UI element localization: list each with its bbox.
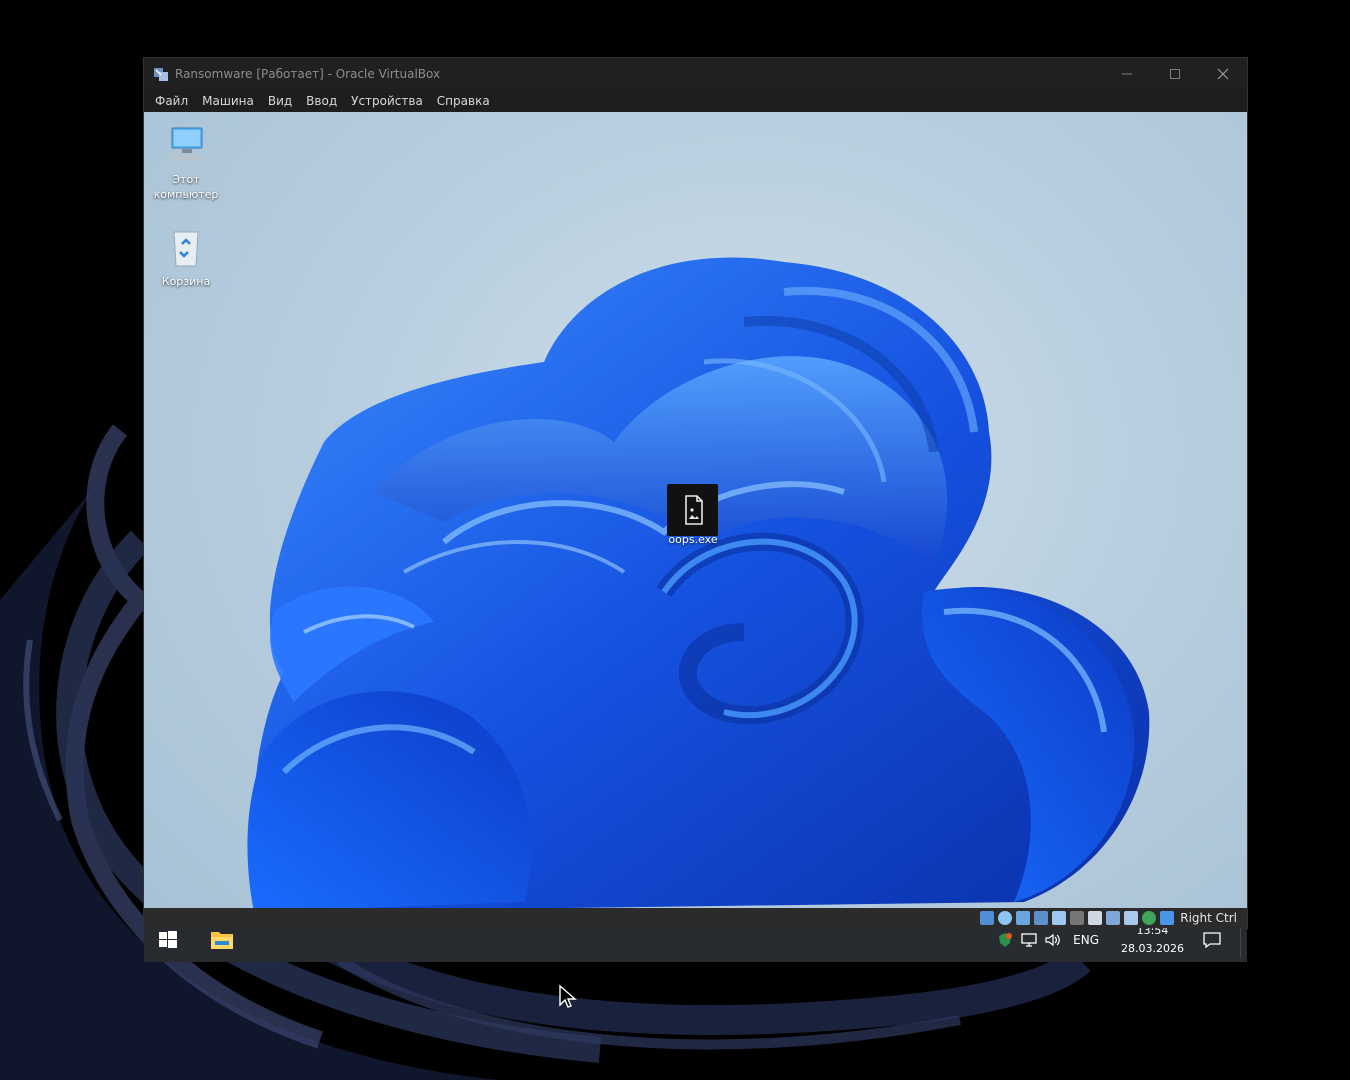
security-shield-icon[interactable]	[996, 931, 1014, 949]
network-icon[interactable]	[1020, 931, 1038, 949]
window-title: Ransomware [Работает] - Oracle VirtualBo…	[175, 66, 441, 81]
desktop-icon-label: Корзина	[161, 275, 211, 288]
computer-icon	[170, 127, 204, 160]
maximize-button[interactable]	[1151, 58, 1199, 89]
optical-drive-icon[interactable]	[998, 911, 1013, 925]
minimize-button[interactable]	[1103, 58, 1151, 89]
recording-icon[interactable]	[1106, 911, 1121, 925]
file-icon	[685, 495, 703, 525]
notification-center-icon[interactable]	[1202, 931, 1222, 949]
virtualbox-status-bar: Right Ctrl	[144, 908, 1247, 928]
recycle-bin-icon	[173, 231, 199, 267]
keyboard-capture-icon[interactable]	[1160, 911, 1175, 925]
guest-desktop[interactable]: Этот компьютер Корзина oops.exe ENG 13:5…	[144, 112, 1247, 962]
host-key-label: Right Ctrl	[1180, 911, 1237, 925]
desktop-icon-label: Этот	[172, 173, 200, 186]
desktop-icon-label: oops.exe	[668, 533, 718, 546]
virtualbox-app-icon	[154, 67, 168, 81]
mouse-integration-icon[interactable]	[1124, 911, 1139, 925]
title-bar[interactable]: Ransomware [Работает] - Oracle VirtualBo…	[144, 58, 1247, 89]
minimize-icon	[1122, 73, 1132, 74]
usb-icon[interactable]	[1052, 911, 1067, 925]
shared-folders-icon[interactable]	[1070, 911, 1085, 925]
mouse-cursor-icon	[559, 984, 577, 1008]
hard-disk-icon[interactable]	[980, 911, 995, 925]
menu-devices[interactable]: Устройства	[344, 94, 430, 108]
volume-icon[interactable]	[1044, 931, 1062, 949]
file-explorer-icon[interactable]	[210, 929, 234, 951]
close-icon	[1217, 68, 1229, 79]
audio-icon[interactable]	[1016, 911, 1031, 925]
maximize-icon	[1170, 68, 1180, 79]
menu-help[interactable]: Справка	[430, 94, 497, 108]
start-button[interactable]	[156, 928, 180, 952]
menu-file[interactable]: Файл	[148, 94, 195, 108]
network-adapter-icon[interactable]	[1034, 911, 1049, 925]
desktop-icon-label: компьютер	[153, 188, 219, 201]
language-indicator[interactable]: ENG	[1073, 933, 1099, 947]
close-button[interactable]	[1199, 58, 1247, 89]
desktop-icon-this-pc[interactable]: Этот компьютер	[144, 122, 228, 202]
cpu-icon[interactable]	[1142, 911, 1157, 925]
menu-input[interactable]: Ввод	[299, 94, 344, 108]
desktop-icon-oops-exe[interactable]: oops.exe	[651, 490, 735, 547]
clock-date: 28.03.2026	[1121, 941, 1184, 955]
display-icon[interactable]	[1088, 911, 1103, 925]
virtualbox-window: Ransomware [Работает] - Oracle VirtualBo…	[144, 58, 1247, 962]
menu-view[interactable]: Вид	[261, 94, 299, 108]
menu-bar: Файл Машина Вид Ввод Устройства Справка	[144, 89, 1247, 112]
desktop-icon-recycle-bin[interactable]: Корзина	[144, 224, 228, 289]
menu-machine[interactable]: Машина	[195, 94, 261, 108]
